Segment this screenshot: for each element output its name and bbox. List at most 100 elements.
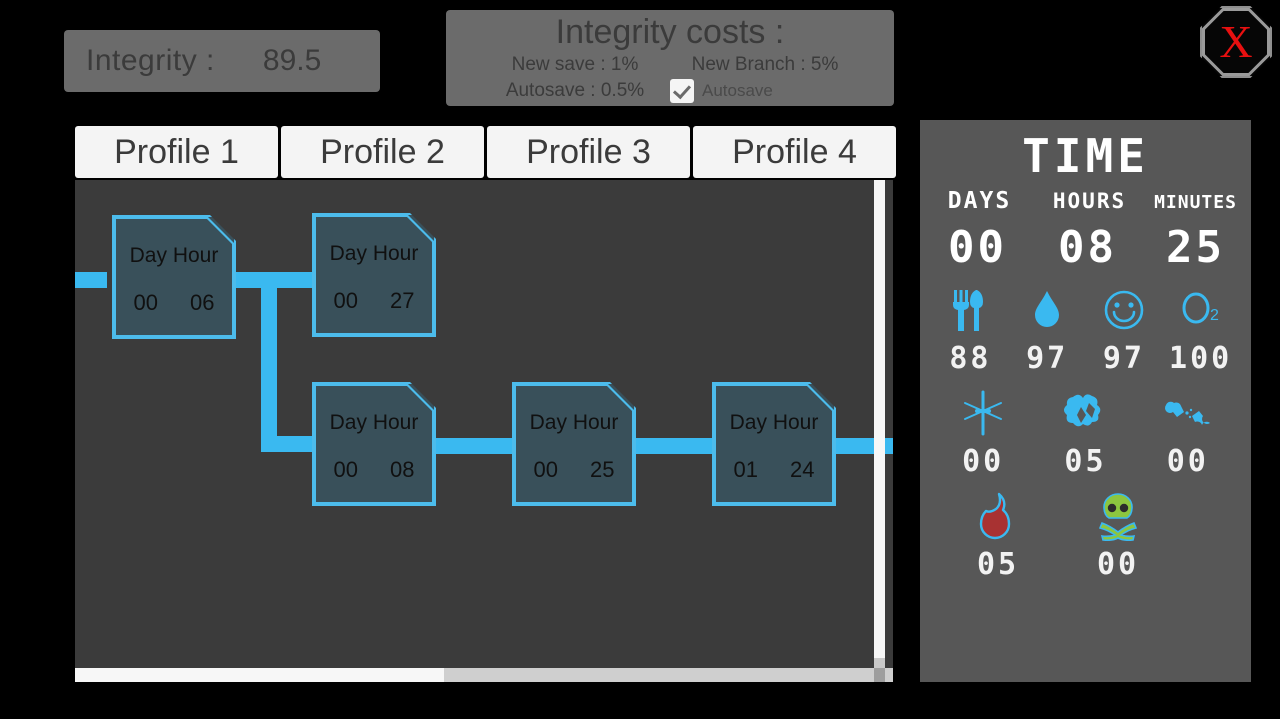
burn-flame-icon	[975, 492, 1021, 540]
node-content: Day Hour 00 06	[114, 238, 234, 316]
cost-new-branch: New Branch : 5%	[691, 54, 839, 75]
integrity-costs-title: Integrity costs :	[555, 13, 785, 51]
costs-row-two: Autosave : 0.5% Autosave	[446, 78, 894, 104]
injury-cut-value: 00	[962, 444, 1005, 479]
vital-water-value: 97	[1026, 341, 1069, 376]
connector-n3-n4	[435, 438, 513, 454]
save-node-4[interactable]: Day Hour 00 25	[512, 382, 636, 506]
node-hour-value: 24	[790, 457, 815, 482]
affliction-poison-value: 00	[1096, 547, 1140, 582]
node-values: 00 27	[334, 288, 415, 314]
injury-bone: 00	[1137, 390, 1238, 479]
time-digit-values: 00 08 25	[920, 222, 1251, 273]
save-graph-canvas: Day Hour 00 06 Day Hour 00 27 Day Hour 0…	[75, 180, 893, 682]
save-graph-panel[interactable]: Day Hour 00 06 Day Hour 00 27 Day Hour 0…	[75, 180, 893, 682]
injury-bone-value: 00	[1166, 444, 1209, 479]
integrity-value: 89.5	[262, 44, 322, 77]
cost-new-save: New save : 1%	[511, 54, 639, 75]
poison-skull-icon	[1093, 493, 1143, 541]
integrity-panel: Integrity : 89.5	[64, 30, 380, 92]
tab-profile-1[interactable]: Profile 1	[75, 126, 278, 178]
vital-oxygen-value: 100	[1169, 341, 1233, 376]
time-unit-labels: DAYS HOURS MINUTES	[920, 188, 1251, 214]
cost-autosave: Autosave : 0.5%	[505, 80, 645, 101]
node-header: Day Hour	[729, 411, 819, 434]
graph-horizontal-scroll-thumb[interactable]	[75, 668, 444, 682]
node-hour-value: 08	[390, 457, 415, 482]
afflictions-row: 05 00	[920, 492, 1251, 582]
time-panel-title: TIME	[1022, 129, 1149, 183]
time-hours-value: 08	[1058, 222, 1117, 273]
injury-cut: 00	[933, 390, 1034, 479]
graph-vertical-scroll-thumb[interactable]	[874, 180, 885, 658]
tab-profile-3[interactable]: Profile 3	[487, 126, 690, 178]
node-values: 00 08	[334, 457, 415, 483]
node-hour-value: 06	[190, 290, 215, 315]
time-minutes-value: 25	[1166, 222, 1225, 273]
injuries-row: 00 05 00	[920, 390, 1251, 479]
vital-food: 88	[932, 287, 1009, 376]
connector-branch-vertical	[261, 272, 277, 452]
vital-water: 97	[1009, 287, 1086, 376]
cut-wound-icon	[957, 390, 1009, 436]
vital-food-value: 88	[949, 341, 992, 376]
save-node-1[interactable]: Day Hour 00 06	[112, 215, 236, 339]
close-x-icon: X	[1219, 16, 1253, 67]
tab-profile-2[interactable]: Profile 2	[281, 126, 484, 178]
node-header: Day Hour	[529, 411, 619, 434]
water-drop-icon	[1031, 287, 1063, 333]
node-content: Day Hour 00 27	[314, 236, 434, 314]
vital-morale-value: 97	[1102, 341, 1145, 376]
node-day-value: 00	[333, 288, 358, 313]
save-node-2[interactable]: Day Hour 00 27	[312, 213, 436, 337]
integrity-costs-panel: Integrity costs : New save : 1% New Bran…	[446, 10, 894, 106]
node-values: 00 06	[134, 290, 215, 316]
oxygen-o2-icon: 2	[1177, 287, 1225, 333]
bruise-icon	[1059, 390, 1111, 436]
autosave-label: Autosave	[702, 81, 773, 100]
close-button[interactable]: X	[1200, 6, 1272, 78]
autosave-checkbox[interactable]	[670, 79, 694, 103]
time-unit-hours-label: HOURS	[1052, 189, 1127, 213]
node-header: Day Hour	[129, 244, 219, 267]
graph-horizontal-scrollbar[interactable]	[75, 668, 893, 682]
vital-oxygen: 2 100	[1162, 287, 1239, 376]
node-content: Day Hour 00 25	[514, 405, 634, 483]
injury-bruise: 05	[1035, 390, 1136, 479]
profile-tabs: Profile 1 Profile 2 Profile 3 Profile 4	[75, 126, 896, 178]
vital-morale: 97	[1086, 287, 1163, 376]
time-unit-minutes-label: MINUTES	[1154, 192, 1237, 213]
broken-bone-icon	[1160, 390, 1216, 436]
costs-row-one: New save : 1% New Branch : 5%	[446, 52, 894, 78]
graph-scroll-corner	[874, 668, 885, 682]
node-day-value: 00	[333, 457, 358, 482]
node-hour-value: 27	[390, 288, 415, 313]
node-day-value: 00	[533, 457, 558, 482]
time-unit-days-label: DAYS	[947, 188, 1012, 214]
integrity-label: Integrity :	[86, 44, 215, 77]
node-header: Day Hour	[329, 242, 419, 265]
affliction-burn: 05	[938, 492, 1058, 582]
injury-bruise-value: 05	[1064, 444, 1107, 479]
node-day-value: 00	[133, 290, 158, 315]
time-days-value: 00	[948, 222, 1007, 273]
node-header: Day Hour	[329, 411, 419, 434]
affliction-burn-value: 05	[976, 547, 1020, 582]
node-values: 00 25	[534, 457, 615, 483]
save-node-5[interactable]: Day Hour 01 24	[712, 382, 836, 506]
status-panel: TIME DAYS HOURS MINUTES 00 08 25 88 97 9…	[920, 120, 1251, 682]
affliction-poison: 00	[1058, 493, 1178, 582]
node-hour-value: 25	[590, 457, 615, 482]
node-values: 01 24	[734, 457, 815, 483]
node-day-value: 01	[733, 457, 758, 482]
tab-profile-4[interactable]: Profile 4	[693, 126, 896, 178]
morale-smiley-icon	[1102, 287, 1146, 333]
connector-entry	[75, 272, 107, 288]
svg-text:2: 2	[1210, 307, 1219, 324]
save-node-3[interactable]: Day Hour 00 08	[312, 382, 436, 506]
node-content: Day Hour 00 08	[314, 405, 434, 483]
connector-n4-n5	[635, 438, 713, 454]
autosave-toggle[interactable]: Autosave	[670, 78, 860, 104]
vitals-row: 88 97 97 2 100	[920, 287, 1251, 376]
graph-vertical-scrollbar[interactable]	[874, 180, 885, 682]
